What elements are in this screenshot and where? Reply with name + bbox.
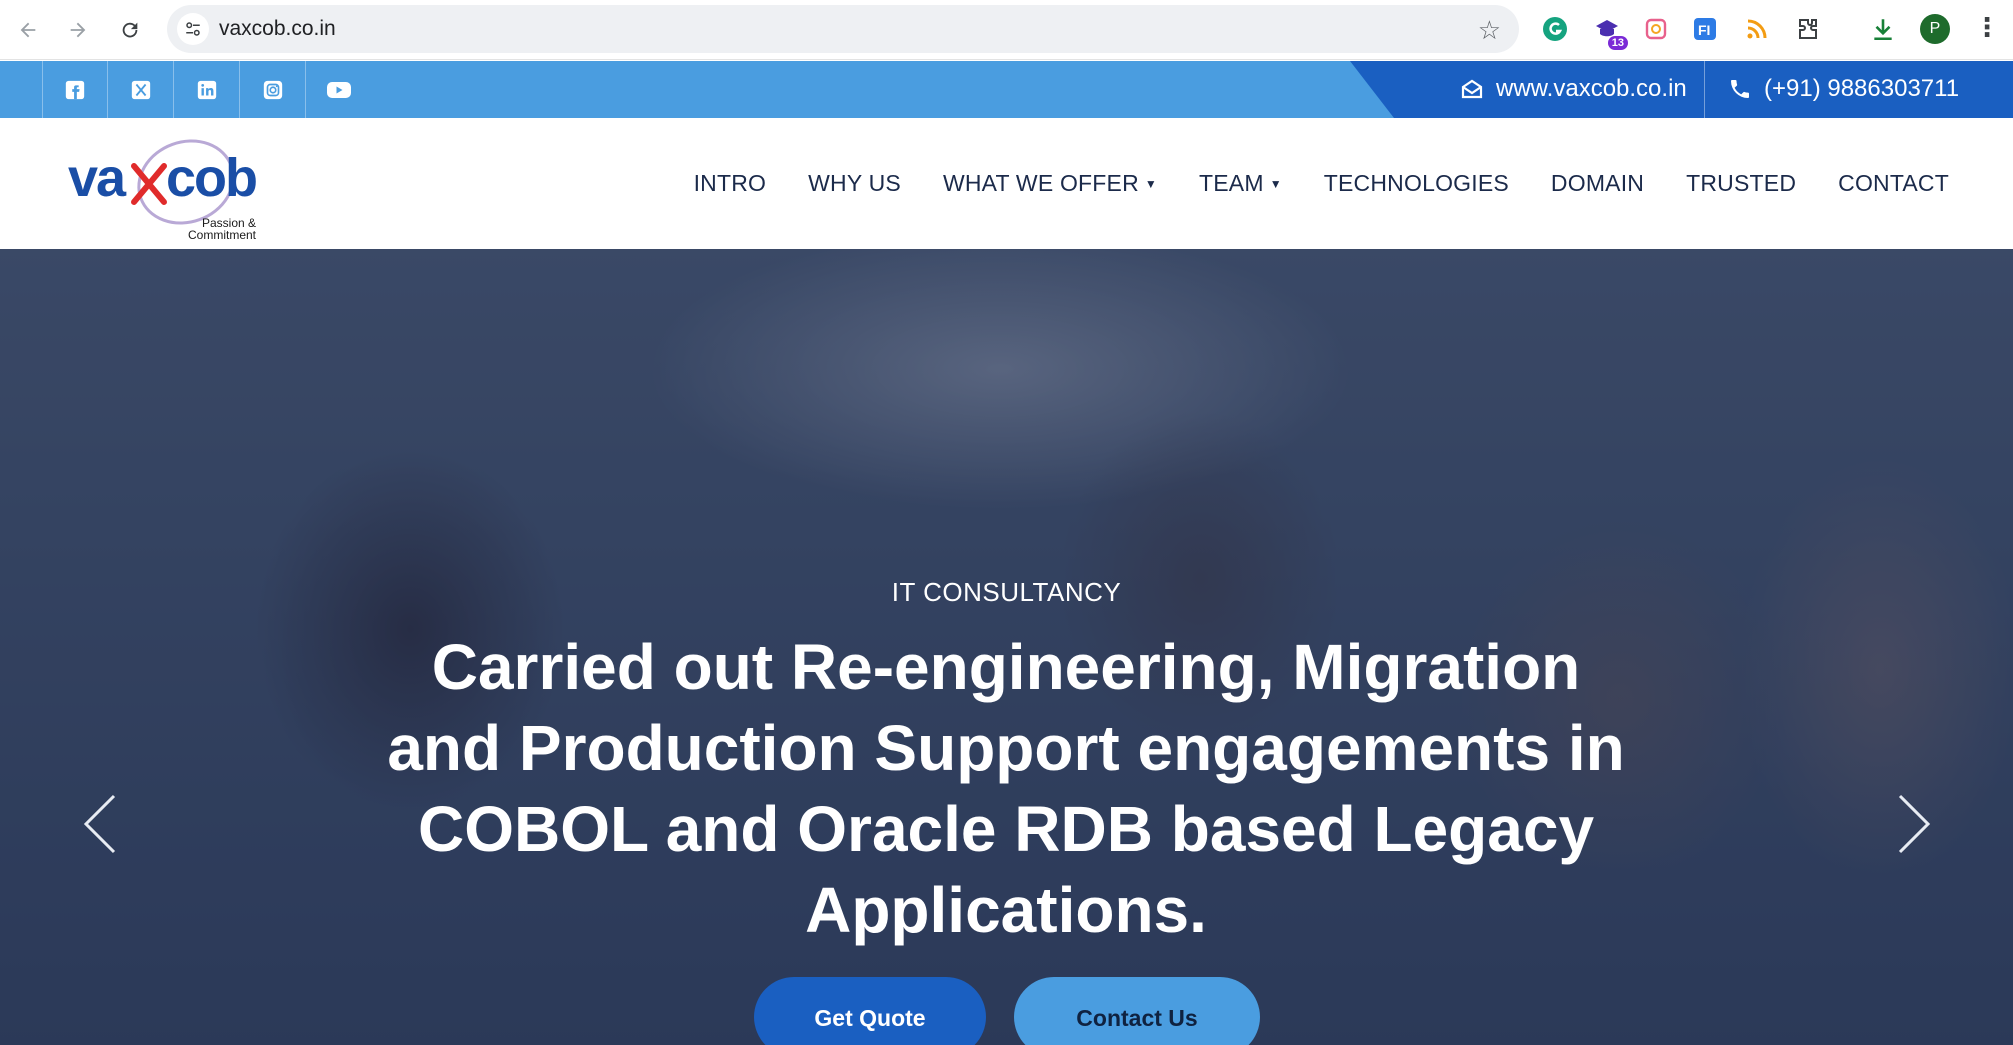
- arrow-left-icon: [20, 22, 36, 38]
- phone-text: (+91) 9886303711: [1764, 75, 1960, 102]
- profile-avatar[interactable]: P: [1920, 14, 1950, 44]
- address-bar[interactable]: vaxcob.co.in ☆: [167, 5, 1519, 53]
- instagram-icon: [263, 80, 282, 99]
- get-quote-button[interactable]: Get Quote: [754, 977, 986, 1045]
- chevron-right-icon: [1898, 794, 1931, 854]
- svg-text:cob: cob: [166, 148, 256, 208]
- carousel-prev-button[interactable]: [70, 784, 130, 864]
- youtube-icon: [327, 81, 351, 98]
- envelope-open-icon: [1461, 79, 1483, 99]
- screenshot-extension-icon[interactable]: [1641, 14, 1671, 44]
- rss-extension-icon[interactable]: [1742, 14, 1772, 44]
- svg-text:FI: FI: [1698, 22, 1710, 38]
- contact-divider: [1704, 61, 1705, 118]
- hero-carousel: IT CONSULTANCY Carried out Re-engineerin…: [0, 249, 2013, 1045]
- reload-button[interactable]: [114, 14, 146, 46]
- hero-eyebrow: IT CONSULTANCY: [891, 577, 1122, 607]
- extension-badge: 13: [1607, 36, 1628, 50]
- nav-technologies[interactable]: TECHNOLOGIES: [1324, 170, 1509, 197]
- caret-down-icon: ▼: [1269, 176, 1282, 191]
- reload-icon: [122, 22, 138, 38]
- url-text: vaxcob.co.in: [219, 17, 336, 40]
- fi-extension-icon[interactable]: FI: [1690, 14, 1720, 44]
- hero-content: IT CONSULTANCY Carried out Re-engineerin…: [0, 249, 2013, 1045]
- nav-trusted[interactable]: TRUSTED: [1686, 170, 1796, 197]
- browser-menu-icon[interactable]: ⋮: [1974, 12, 2000, 43]
- email-contact[interactable]: www.vaxcob.co.in: [1460, 75, 1687, 103]
- forward-button[interactable]: [62, 14, 94, 46]
- site-header: va cob Passion & Commitment INTRO WHY US…: [0, 118, 2013, 249]
- bookmark-star-icon[interactable]: ☆: [1478, 15, 1501, 46]
- back-button[interactable]: [12, 14, 44, 46]
- youtube-link[interactable]: [306, 61, 372, 118]
- logo-tagline-line-2: Commitment: [188, 228, 257, 242]
- nav-domain[interactable]: DOMAIN: [1551, 170, 1644, 197]
- x-twitter-link[interactable]: [108, 61, 174, 118]
- facebook-icon: [65, 80, 85, 99]
- x-twitter-icon: [131, 80, 150, 99]
- linkedin-icon: [197, 80, 216, 99]
- contact-us-button[interactable]: Contact Us: [1014, 977, 1260, 1045]
- top-contact-bar: www.vaxcob.co.in (+91) 9886303711: [0, 61, 2013, 118]
- chevron-left-icon: [83, 794, 116, 854]
- tune-icon: [186, 22, 200, 36]
- linkedin-link[interactable]: [174, 61, 240, 118]
- grammarly-extension-icon[interactable]: [1540, 14, 1570, 44]
- phone-icon: [1731, 80, 1749, 98]
- facebook-link[interactable]: [42, 61, 108, 118]
- caret-down-icon: ▼: [1144, 176, 1157, 191]
- site-info-button[interactable]: [177, 13, 209, 45]
- phone-contact[interactable]: (+91) 9886303711: [1728, 75, 1959, 103]
- main-navigation: INTRO WHY US WHAT WE OFFER ▼ TEAM ▼ TECHNO…: [694, 170, 1949, 197]
- arrow-right-icon: [70, 22, 86, 38]
- browser-toolbar: vaxcob.co.in ☆ 13 FI P ⋮: [0, 0, 2013, 60]
- hero-headline: Carried out Re-engineering, Migration an…: [387, 631, 1625, 946]
- nav-why-us[interactable]: WHY US: [808, 170, 901, 197]
- download-icon[interactable]: [1868, 14, 1898, 44]
- vaxcob-logo[interactable]: va cob Passion & Commitment: [68, 136, 258, 242]
- svg-text:va: va: [68, 148, 127, 208]
- nav-intro[interactable]: INTRO: [694, 170, 767, 197]
- nav-what-we-offer[interactable]: WHAT WE OFFER ▼: [943, 170, 1157, 197]
- email-text: www.vaxcob.co.in: [1496, 75, 1687, 102]
- nav-contact[interactable]: CONTACT: [1838, 170, 1949, 197]
- puzzle-extensions-icon[interactable]: [1793, 14, 1823, 44]
- carousel-next-button[interactable]: [1884, 784, 1944, 864]
- instagram-link[interactable]: [240, 61, 306, 118]
- graduation-cap-extension-icon[interactable]: 13: [1592, 14, 1628, 50]
- nav-team[interactable]: TEAM ▼: [1199, 170, 1282, 197]
